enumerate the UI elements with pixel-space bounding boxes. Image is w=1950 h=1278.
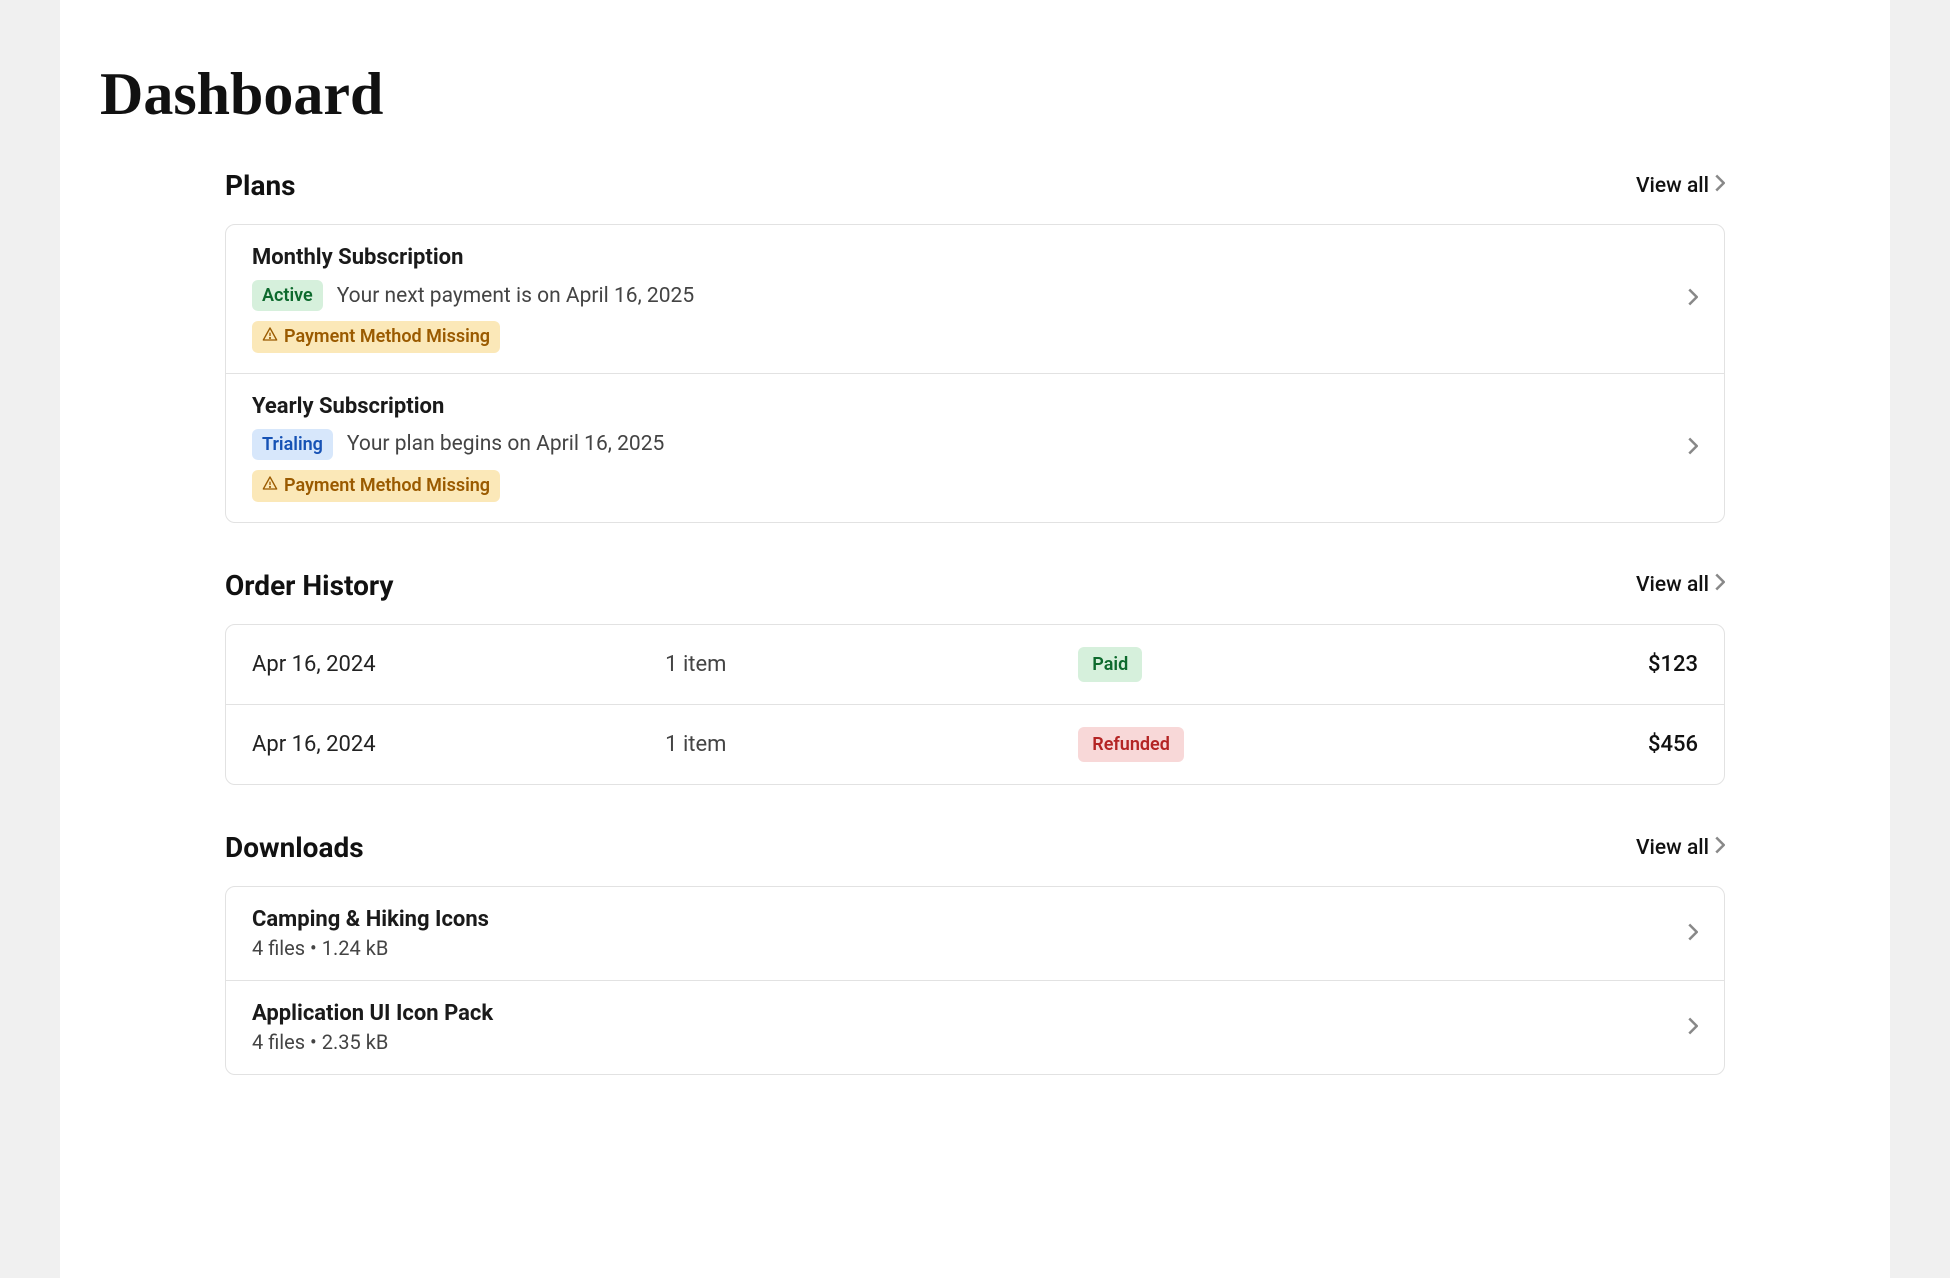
status-badge: Active: [252, 280, 323, 311]
download-meta: 4 files • 2.35 kB: [252, 1030, 493, 1054]
order-status-badge: Refunded: [1078, 727, 1184, 762]
orders-heading: Order History: [225, 569, 393, 602]
order-status-badge: Paid: [1078, 647, 1142, 682]
downloads-heading: Downloads: [225, 831, 364, 864]
order-item-count: 1 item: [665, 732, 1078, 757]
plan-row[interactable]: Monthly Subscription Active Your next pa…: [226, 225, 1724, 374]
order-row[interactable]: Apr 16, 2024 1 item Paid $123: [226, 625, 1724, 705]
warning-badge: Payment Method Missing: [252, 321, 500, 352]
plan-row[interactable]: Yearly Subscription Trialing Your plan b…: [226, 374, 1724, 522]
view-all-label: View all: [1636, 836, 1709, 860]
order-amount: $123: [1491, 652, 1698, 677]
order-item-count: 1 item: [665, 652, 1078, 677]
plan-name: Monthly Subscription: [252, 245, 694, 270]
warning-icon: [262, 325, 278, 348]
chevron-right-icon: [1688, 923, 1698, 945]
order-date: Apr 16, 2024: [252, 732, 665, 757]
plan-detail: Your next payment is on April 16, 2025: [337, 284, 694, 308]
warning-text: Payment Method Missing: [284, 474, 490, 497]
plan-detail: Your plan begins on April 16, 2025: [347, 432, 664, 456]
orders-list: Apr 16, 2024 1 item Paid $123 Apr 16, 20…: [225, 624, 1725, 786]
orders-view-all-link[interactable]: View all: [1636, 573, 1725, 597]
plan-name: Yearly Subscription: [252, 394, 664, 419]
download-name: Camping & Hiking Icons: [252, 907, 489, 932]
plans-section: Plans View all Monthly Subscription Acti…: [225, 169, 1725, 523]
order-date: Apr 16, 2024: [252, 652, 665, 677]
plans-view-all-link[interactable]: View all: [1636, 174, 1725, 198]
downloads-view-all-link[interactable]: View all: [1636, 836, 1725, 860]
chevron-right-icon: [1688, 288, 1698, 310]
download-name: Application UI Icon Pack: [252, 1001, 493, 1026]
download-row[interactable]: Camping & Hiking Icons 4 files • 1.24 kB: [226, 887, 1724, 981]
downloads-section: Downloads View all Camping & Hiking Icon…: [225, 831, 1725, 1075]
chevron-right-icon: [1715, 174, 1725, 198]
chevron-right-icon: [1688, 1017, 1698, 1039]
warning-text: Payment Method Missing: [284, 325, 490, 348]
chevron-right-icon: [1688, 437, 1698, 459]
warning-icon: [262, 474, 278, 497]
plans-list: Monthly Subscription Active Your next pa…: [225, 224, 1725, 523]
orders-section: Order History View all Apr 16, 2024 1 it…: [225, 569, 1725, 786]
warning-badge: Payment Method Missing: [252, 470, 500, 501]
status-badge: Trialing: [252, 429, 333, 460]
plans-heading: Plans: [225, 169, 296, 202]
chevron-right-icon: [1715, 836, 1725, 860]
order-amount: $456: [1491, 732, 1698, 757]
page-title: Dashboard: [60, 60, 1890, 169]
download-meta: 4 files • 1.24 kB: [252, 936, 489, 960]
view-all-label: View all: [1636, 174, 1709, 198]
downloads-list: Camping & Hiking Icons 4 files • 1.24 kB…: [225, 886, 1725, 1075]
download-row[interactable]: Application UI Icon Pack 4 files • 2.35 …: [226, 981, 1724, 1074]
chevron-right-icon: [1715, 573, 1725, 597]
order-row[interactable]: Apr 16, 2024 1 item Refunded $456: [226, 705, 1724, 784]
view-all-label: View all: [1636, 573, 1709, 597]
